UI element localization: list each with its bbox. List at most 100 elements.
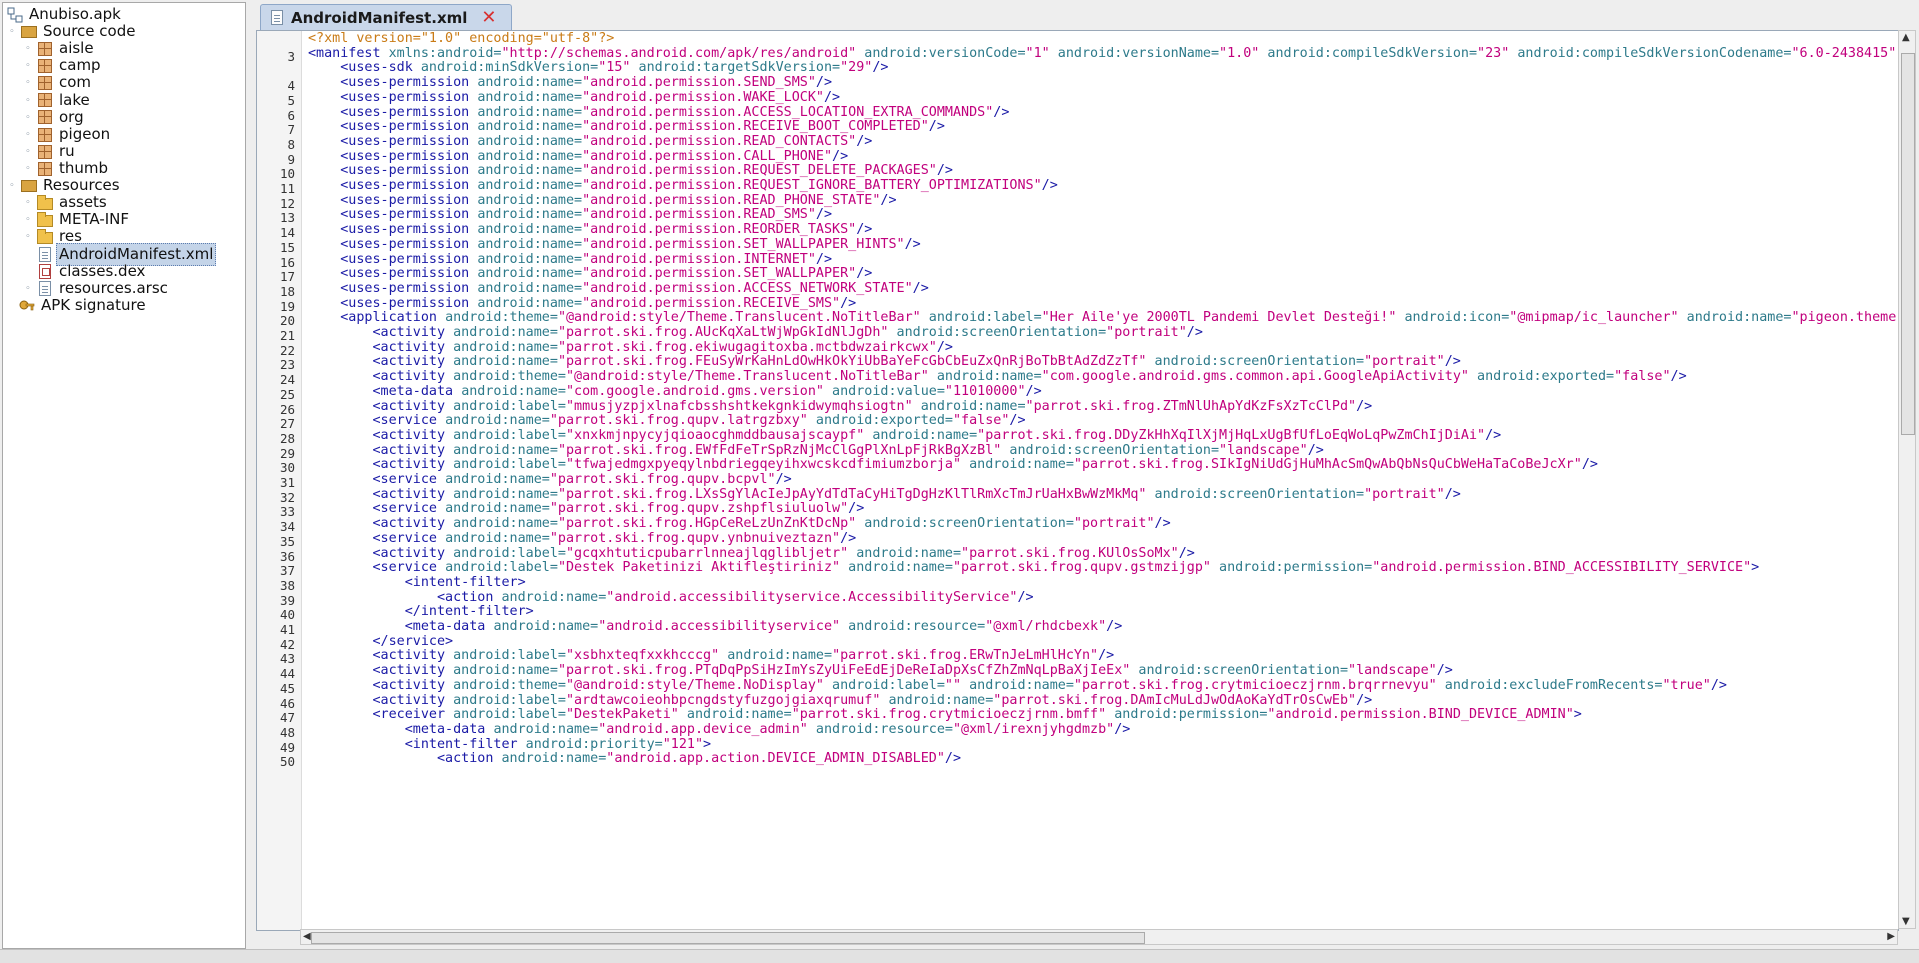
line-number: 41: [279, 622, 295, 637]
package-icon: [38, 161, 52, 176]
line-number: 48: [279, 724, 295, 740]
line-number: 15: [279, 239, 295, 255]
scroll-left-icon[interactable]: ◀: [303, 931, 311, 942]
code-token: />: [856, 133, 873, 149]
line-number: 17: [279, 269, 295, 285]
line-number: 30: [279, 460, 295, 476]
code-token: "portrait": [1106, 325, 1187, 340]
editor-panel: AndroidManifest.xml ✕ 3 4 5 6 7 8 9 10 11 12 13 14 1…: [252, 0, 1919, 947]
line-number: 36: [279, 548, 295, 564]
resources-folder-icon: [21, 179, 37, 192]
line-number: 14: [279, 225, 295, 241]
scroll-up-icon[interactable]: ▲: [1902, 32, 1910, 43]
code-token: "23": [1477, 45, 1510, 61]
code-token: />: [928, 119, 945, 135]
expand-toggle-icon[interactable]: ◦: [23, 284, 33, 294]
horizontal-scroll-thumb[interactable]: [311, 932, 1145, 944]
code-token: "parrot.ski.frog.qupv.gstmzijgp": [952, 560, 1211, 576]
package-icon: [38, 144, 52, 159]
line-number: 25: [279, 386, 295, 402]
scroll-down-icon[interactable]: ▼: [1902, 916, 1910, 927]
code-token: "com.google.android.gms.common.api.Googl…: [1041, 369, 1469, 385]
folder-icon: [37, 229, 53, 245]
line-number: 35: [279, 533, 295, 549]
code-token: />: [944, 751, 962, 767]
source-folder-icon: [21, 25, 37, 38]
status-bar: [0, 949, 1919, 963]
horizontal-scrollbar[interactable]: ◀ ▶: [300, 929, 1898, 945]
tree-apk-signature[interactable]: APK signature: [19, 295, 146, 316]
expand-toggle-icon[interactable]: ◦: [23, 215, 33, 225]
line-number: 29: [279, 445, 295, 461]
code-token: "android.permission.BIND_ACCESSIBILITY_S…: [1372, 560, 1752, 576]
arsc-file-icon: [39, 281, 51, 296]
expand-toggle-icon[interactable]: ◦: [23, 96, 33, 106]
line-number: 8: [287, 136, 295, 152]
line-number: 33: [279, 504, 295, 520]
line-number: 34: [279, 519, 295, 535]
code-token: android:screenOrientation=: [856, 516, 1074, 532]
code-token: "android.accessibilityservice": [598, 619, 841, 634]
expand-toggle-icon[interactable]: ◦: [23, 44, 33, 54]
line-number: 31: [279, 475, 295, 490]
code-token: "@mipmap/ic_launcher": [1509, 310, 1679, 326]
code-token: "portrait": [1364, 486, 1445, 502]
expand-toggle-icon[interactable]: ◦: [23, 147, 33, 157]
expand-toggle-icon[interactable]: ◦: [23, 232, 33, 242]
line-number: 49: [279, 739, 295, 755]
line-number: 26: [279, 401, 295, 417]
expand-toggle-icon[interactable]: ◦: [23, 164, 33, 174]
code-token: "29": [840, 60, 873, 76]
code-token: />: [1114, 721, 1131, 737]
expand-toggle-icon[interactable]: ◦: [23, 61, 33, 71]
code-token: "1.0": [1219, 45, 1260, 61]
vertical-scroll-thumb[interactable]: [1901, 53, 1915, 435]
code-token: android:name=: [1678, 310, 1792, 326]
line-number: 22: [279, 342, 295, 358]
code-token: android:screenOrientation=: [1146, 486, 1365, 502]
collapse-toggle-icon[interactable]: ◦: [7, 27, 17, 37]
code-token: />: [1356, 398, 1373, 414]
line-number: 37: [279, 563, 295, 579]
line-number: 32: [279, 489, 295, 505]
package-icon: [38, 75, 52, 90]
package-icon: [38, 110, 52, 125]
collapse-toggle-icon[interactable]: ◦: [7, 181, 17, 191]
code-token: />: [1670, 369, 1687, 385]
line-number: 21: [279, 328, 295, 343]
scroll-right-icon[interactable]: ▶: [1887, 931, 1895, 942]
expand-toggle-icon[interactable]: ◦: [23, 113, 33, 123]
close-icon[interactable]: ✕: [481, 8, 496, 27]
line-number: 24: [279, 372, 295, 388]
expand-toggle-icon[interactable]: ◦: [23, 130, 33, 140]
code-token: android:exported=: [1468, 369, 1615, 385]
line-number: 13: [279, 210, 295, 226]
line-number: 38: [279, 577, 295, 593]
tab-bar: AndroidManifest.xml ✕: [252, 0, 1919, 30]
line-number: 47: [279, 710, 295, 726]
line-number: 18: [279, 283, 295, 299]
folder-icon: [37, 195, 53, 210]
code-token: "1": [1025, 45, 1050, 61]
project-tree[interactable]: Anubiso.apk ◦ Source code ◦ aisle ◦ camp ◦ co…: [2, 2, 246, 949]
code-token: >: [1751, 560, 1760, 576]
dex-file-icon: [39, 263, 51, 279]
expand-toggle-icon[interactable]: ◦: [23, 198, 33, 208]
line-number: 10: [279, 166, 295, 182]
code-editor[interactable]: 3 4 5 6 7 8 9 10 11 12 13 14 15 16 17 18 19 20 21 22 23 24 25 2…: [256, 30, 1899, 931]
line-number-gutter: 3 4 5 6 7 8 9 10 11 12 13 14 15 16 17 18 19 20 21 22 23 24 25 2…: [257, 31, 302, 930]
vertical-scrollbar[interactable]: ▲ ▼: [1898, 30, 1916, 929]
line-number: 43: [279, 651, 295, 667]
code-token: "@xml/irexnjyhgdmzb": [952, 721, 1115, 737]
line-number: 9: [287, 151, 295, 167]
package-icon: [38, 127, 52, 142]
code-token: "parrot.ski.frog.SIkIgNiUdGjHuMhAcSmQwAb…: [1073, 457, 1582, 473]
expand-toggle-icon[interactable]: ◦: [23, 78, 33, 88]
code-token: />: [1106, 619, 1123, 634]
tab-android-manifest[interactable]: AndroidManifest.xml ✕: [260, 4, 512, 30]
code-token: "android.permission.BIND_DEVICE_ADMIN": [1267, 707, 1574, 723]
code-token: android:excludeFromRecents=: [1436, 677, 1663, 693]
code-token: android:permission=: [1106, 707, 1268, 723]
code-token: "false": [1614, 369, 1671, 385]
line-number: 5: [287, 92, 295, 108]
